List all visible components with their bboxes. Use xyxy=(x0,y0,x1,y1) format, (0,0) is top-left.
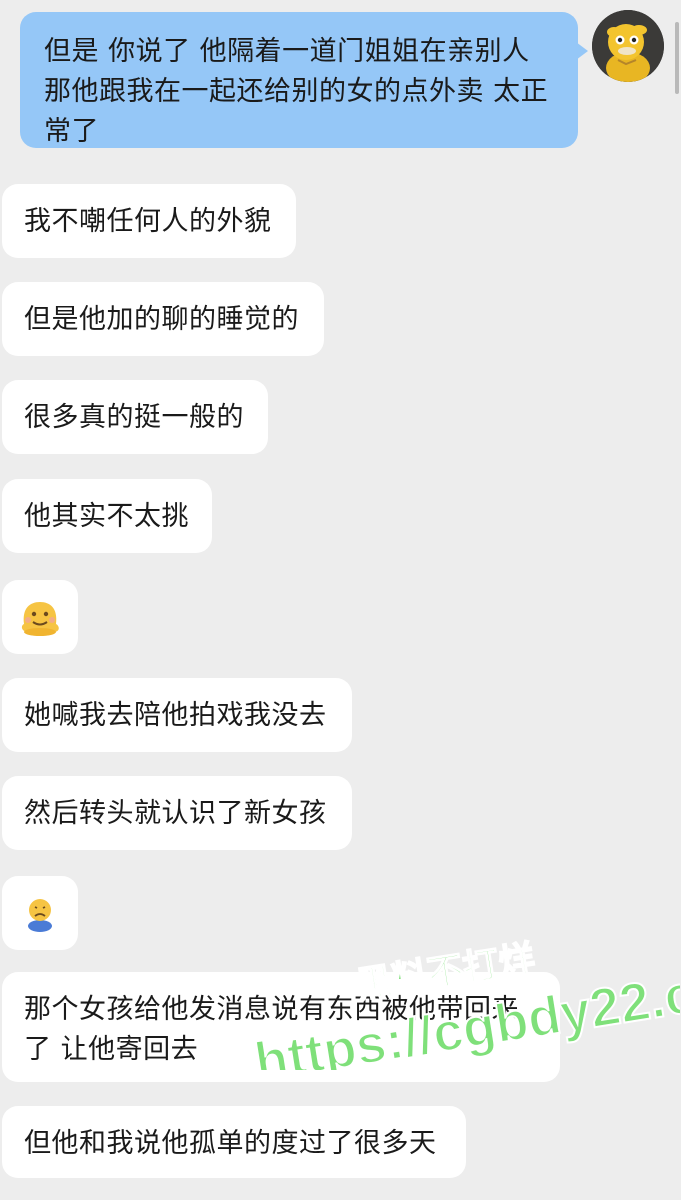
message-text: 然后转头就认识了新女孩 xyxy=(24,798,327,829)
scrollbar[interactable] xyxy=(675,22,679,94)
outgoing-message-bubble[interactable]: 但是 你说了 他隔着一道门姐姐在亲别人 那他跟我在一起还给别的女的点外卖 太正 … xyxy=(20,12,588,148)
incoming-message-bubble[interactable]: 但是他加的聊的睡觉的 xyxy=(2,282,324,356)
message-line: 那个女孩给他发消息说有东西被他带回来 xyxy=(24,994,519,1025)
message-text: 但他和我说他孤单的度过了很多天 xyxy=(24,1128,437,1159)
incoming-message-bubble[interactable]: 很多真的挺一般的 xyxy=(2,380,268,454)
incoming-emoji-bubble[interactable] xyxy=(2,876,78,950)
message-line: 了 让他寄回去 xyxy=(24,1034,199,1065)
incoming-message-bubble[interactable]: 但他和我说他孤单的度过了很多天 xyxy=(2,1106,466,1178)
message-line: 但是 你说了 他隔着一道门姐姐在亲别人 xyxy=(44,36,530,67)
chat-view: 但是 你说了 他隔着一道门姐姐在亲别人 那他跟我在一起还给别的女的点外卖 太正 … xyxy=(0,0,681,1200)
message-text: 我不嘲任何人的外貌 xyxy=(24,206,272,237)
incoming-message-bubble[interactable]: 那个女孩给他发消息说有东西被他带回来 了 让他寄回去 xyxy=(2,972,560,1082)
incoming-message-bubble[interactable]: 然后转头就认识了新女孩 xyxy=(2,776,352,850)
incoming-message-bubble[interactable]: 他其实不太挑 xyxy=(2,479,212,553)
message-text: 他其实不太挑 xyxy=(24,501,189,532)
message-line: 那他跟我在一起还给别的女的点外卖 太正 xyxy=(44,76,549,107)
sad-face-icon xyxy=(28,899,52,932)
duck-avatar-icon xyxy=(592,10,664,82)
message-line: 常了 xyxy=(44,116,99,147)
user-avatar[interactable] xyxy=(592,10,664,82)
message-text: 但是他加的聊的睡觉的 xyxy=(24,304,299,335)
incoming-message-bubble[interactable]: 她喊我去陪他拍戏我没去 xyxy=(2,678,352,752)
message-text: 很多真的挺一般的 xyxy=(24,402,244,433)
melting-face-icon xyxy=(21,602,59,636)
incoming-emoji-bubble[interactable] xyxy=(2,580,78,654)
incoming-message-bubble[interactable]: 我不嘲任何人的外貌 xyxy=(2,184,296,258)
message-text: 她喊我去陪他拍戏我没去 xyxy=(24,700,327,731)
